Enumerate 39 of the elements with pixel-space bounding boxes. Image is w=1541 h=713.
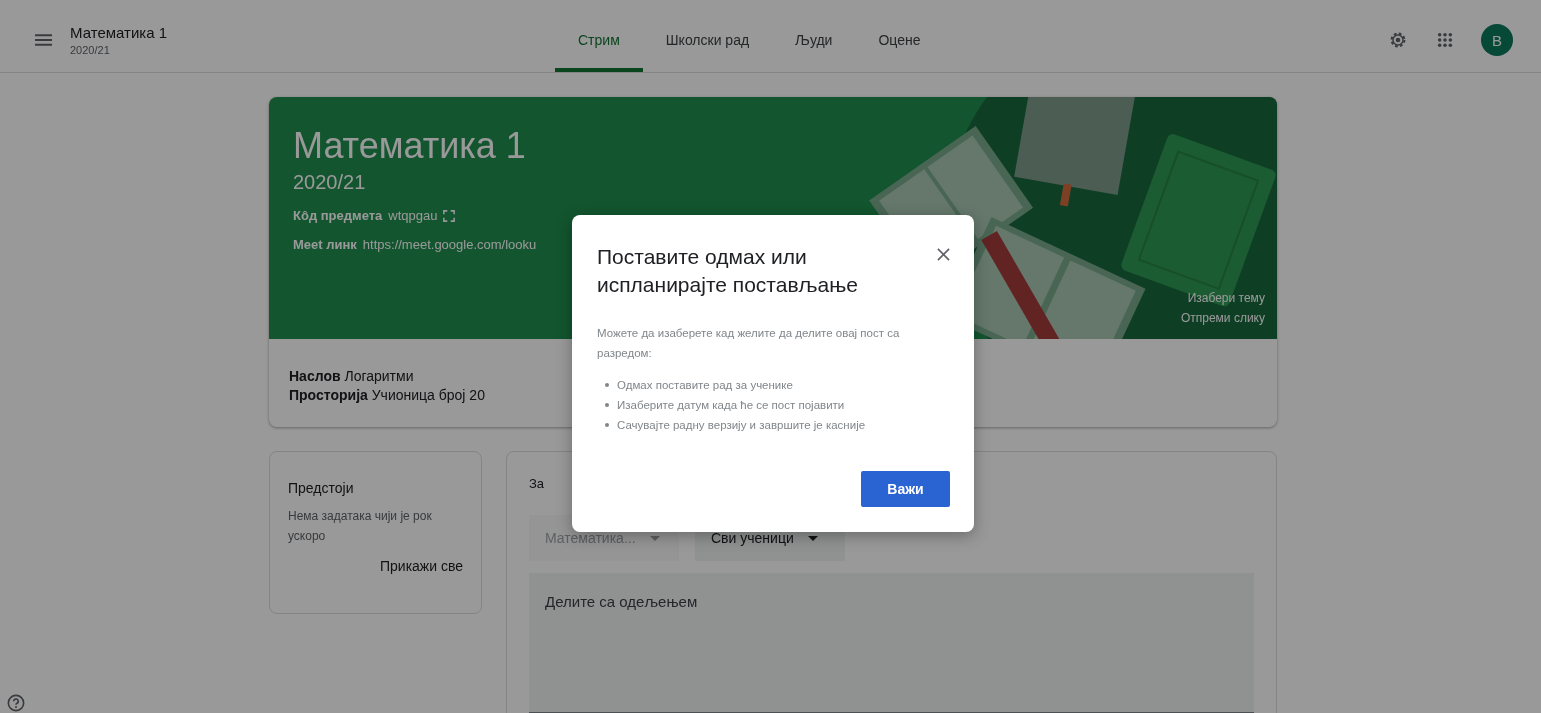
dialog-title: Поставите одмах или испланирајте постављање — [597, 244, 859, 298]
share-field[interactable]: Делите са одељењем — [529, 573, 1254, 713]
bullet-icon — [605, 403, 609, 407]
meet-link[interactable]: https://meet.google.com/looku — [362, 237, 537, 252]
banner-title: Математика 1 — [293, 125, 527, 167]
view-all-link[interactable]: Прикажи све — [379, 558, 463, 574]
share-placeholder: Делите са одељењем — [545, 593, 698, 610]
dialog-list-item: Изаберите датум када ће се пост појавити — [617, 398, 845, 413]
upcoming-text: Нема задатака чији је рок ускоро — [288, 508, 433, 545]
caret-icon — [807, 535, 818, 541]
banner-link[interactable]: Изабери тему — [1187, 291, 1265, 305]
class-code: wtqpgau — [388, 208, 438, 223]
tab[interactable]: Стрим — [555, 8, 643, 72]
bullet-icon — [605, 423, 609, 427]
class-subtitle: 2020/21 — [70, 44, 111, 56]
dialog-list-item: Одмах поставите рад за ученике — [617, 378, 793, 393]
apps-grid-icon[interactable] — [1437, 32, 1453, 48]
dialog-list-item: Сачувајте радну верзију и завршите је касније — [617, 418, 866, 433]
ok-button[interactable]: Важи — [861, 471, 950, 507]
banner-link[interactable]: Отпреми слику — [1180, 311, 1265, 325]
help-icon[interactable] — [7, 694, 25, 712]
dialog-text: Можете да изаберете кад желите да делите овај пост са разредом: — [597, 326, 901, 361]
fullscreen-icon[interactable] — [443, 209, 456, 222]
bullet-icon — [605, 383, 609, 387]
upcoming-title: Предстоји — [288, 480, 355, 496]
class-title: Математика 1 — [70, 24, 168, 41]
for-label: За — [529, 476, 545, 491]
close-icon[interactable] — [937, 248, 950, 261]
account-avatar[interactable]: B — [1481, 24, 1513, 56]
detail-text: Просторија Учионица број 20 — [289, 386, 485, 405]
tab[interactable]: Школски рад — [642, 8, 773, 72]
tab[interactable]: Људи — [772, 8, 856, 72]
class-code-label: Кôд предмета — [293, 208, 383, 223]
meet-link-label: Meet линк — [293, 237, 357, 252]
detail-text: Наслов Логаритми — [289, 367, 414, 386]
banner-subtitle: 2020/21 — [293, 171, 367, 194]
tab[interactable]: Оцене — [855, 8, 944, 72]
caret-icon — [649, 535, 660, 541]
menu-icon[interactable] — [35, 34, 52, 46]
